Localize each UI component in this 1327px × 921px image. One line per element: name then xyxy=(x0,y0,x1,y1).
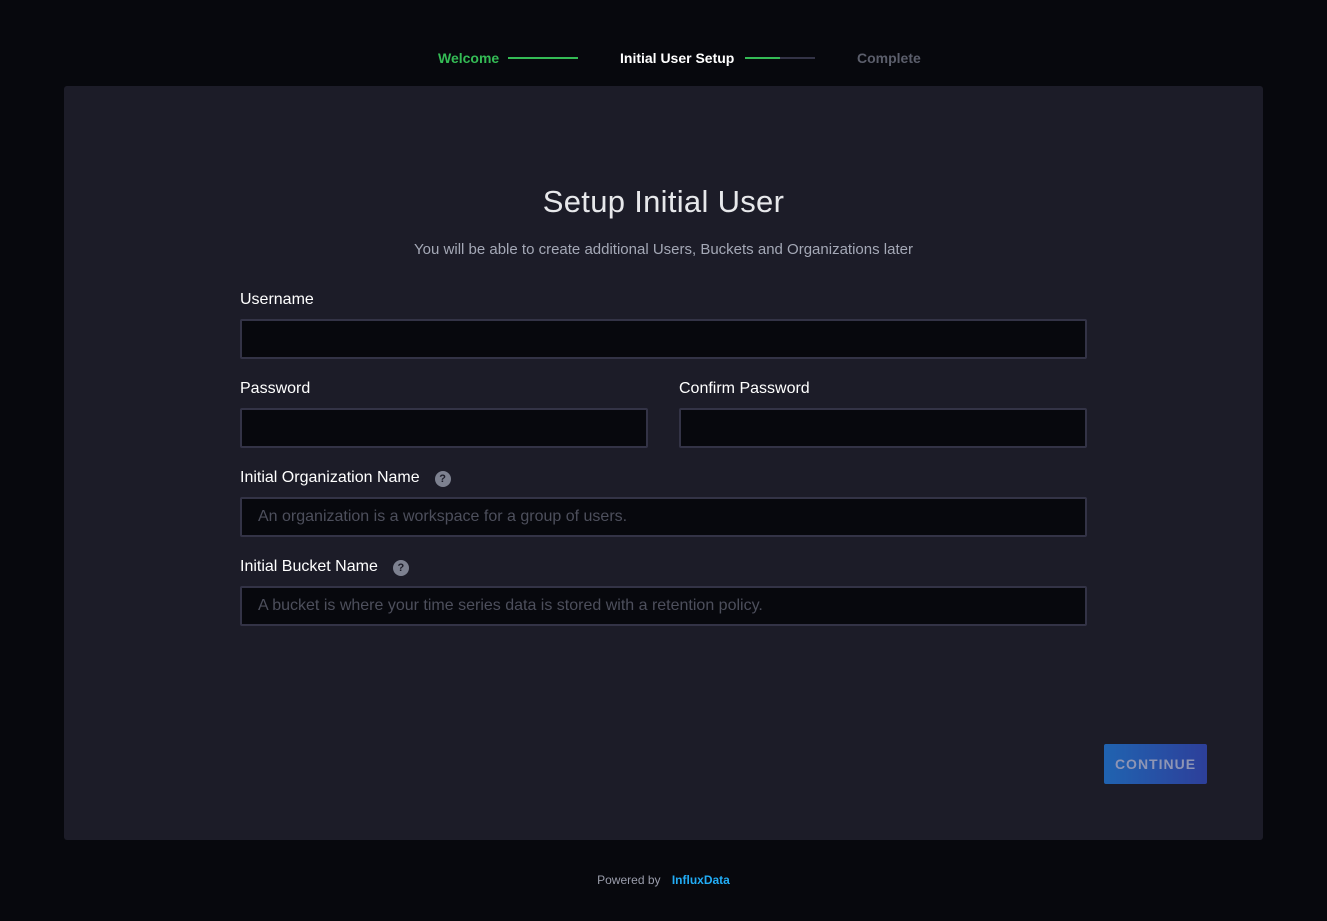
confirm-password-input[interactable] xyxy=(679,408,1087,448)
username-label-text: Username xyxy=(240,291,314,308)
password-label-text: Password xyxy=(240,380,311,397)
powered-by-text: Powered by xyxy=(597,873,661,887)
password-label: Password xyxy=(240,380,310,398)
step-welcome[interactable]: Welcome xyxy=(438,50,499,66)
influxdata-link[interactable]: InfluxData xyxy=(672,873,730,887)
setup-stepper: Welcome Initial User Setup Complete xyxy=(0,48,1327,68)
bucket-name-label: Initial Bucket Name ? xyxy=(240,558,409,576)
confirm-password-label-text: Confirm Password xyxy=(679,380,810,397)
username-label: Username xyxy=(240,291,314,309)
step-connector-2-progress xyxy=(745,57,780,59)
org-name-label: Initial Organization Name ? xyxy=(240,469,451,487)
password-input[interactable] xyxy=(240,408,648,448)
setup-panel: Setup Initial User You will be able to c… xyxy=(64,86,1263,840)
footer: Powered by InfluxData xyxy=(0,873,1327,887)
org-name-input[interactable] xyxy=(240,497,1087,537)
page-title: Setup Initial User xyxy=(542,184,785,219)
step-initial-user-setup[interactable]: Initial User Setup xyxy=(620,50,734,66)
confirm-password-label: Confirm Password xyxy=(679,380,810,398)
bucket-name-label-text: Initial Bucket Name xyxy=(240,558,378,575)
page-subtitle: You will be able to create additional Us… xyxy=(414,241,913,258)
bucket-name-input[interactable] xyxy=(240,586,1087,626)
username-input[interactable] xyxy=(240,319,1087,359)
continue-button[interactable]: CONTINUE xyxy=(1104,744,1207,784)
question-icon[interactable]: ? xyxy=(434,471,451,487)
org-name-label-text: Initial Organization Name xyxy=(240,469,420,486)
step-connector-1 xyxy=(508,57,578,59)
step-complete[interactable]: Complete xyxy=(857,50,921,66)
question-icon[interactable]: ? xyxy=(392,560,409,576)
